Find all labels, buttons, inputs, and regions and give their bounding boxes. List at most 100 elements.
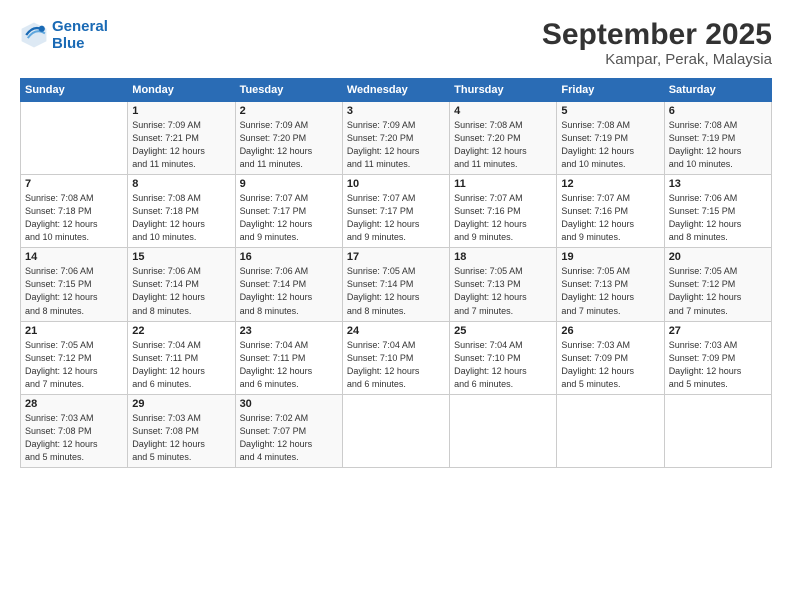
day-number: 16 — [240, 251, 338, 263]
weekday-header-sunday: Sunday — [21, 79, 128, 102]
day-detail: Sunrise: 7:09 AM Sunset: 7:20 PM Dayligh… — [240, 119, 338, 171]
week-row-1: 1 Sunrise: 7:09 AM Sunset: 7:21 PM Daylig… — [21, 102, 772, 175]
day-detail: Sunrise: 7:04 AM Sunset: 7:10 PM Dayligh… — [347, 339, 445, 391]
calendar-cell: 9 Sunrise: 7:07 AM Sunset: 7:17 PM Daylig… — [235, 175, 342, 248]
calendar-cell — [21, 102, 128, 175]
day-number: 5 — [561, 105, 659, 117]
day-number: 3 — [347, 105, 445, 117]
day-number: 7 — [25, 178, 123, 190]
calendar-cell: 18 Sunrise: 7:05 AM Sunset: 7:13 PM Dayli… — [450, 248, 557, 321]
calendar-cell: 15Sunrise: 7:06 AM Sunset: 7:14 PM Dayli… — [128, 248, 235, 321]
day-number: 17 — [347, 251, 445, 263]
day-detail: Sunrise: 7:05 AM Sunset: 7:14 PM Dayligh… — [347, 265, 445, 317]
calendar-cell — [450, 394, 557, 467]
week-row-3: 14 Sunrise: 7:06 AM Sunset: 7:15 PM Dayli… — [21, 248, 772, 321]
calendar-cell: 4 Sunrise: 7:08 AM Sunset: 7:20 PM Daylig… — [450, 102, 557, 175]
logo-text: General Blue — [52, 18, 108, 53]
day-detail: Sunrise: 7:05 AM Sunset: 7:13 PM Dayligh… — [561, 265, 659, 317]
day-number: 13 — [669, 178, 767, 190]
week-row-2: 7 Sunrise: 7:08 AM Sunset: 7:18 PM Daylig… — [21, 175, 772, 248]
day-detail: Sunrise: 7:04 AM Sunset: 7:10 PM Dayligh… — [454, 339, 552, 391]
logo-line2: Blue — [52, 35, 85, 52]
weekday-header-wednesday: Wednesday — [342, 79, 449, 102]
day-number: 21 — [25, 325, 123, 337]
day-detail: Sunrise: 7:07 AM Sunset: 7:16 PM Dayligh… — [561, 192, 659, 244]
calendar-cell: 12 Sunrise: 7:07 AM Sunset: 7:16 PM Dayli… — [557, 175, 664, 248]
day-number: 27 — [669, 325, 767, 337]
day-number: 30 — [240, 398, 338, 410]
calendar-cell: 25 Sunrise: 7:04 AM Sunset: 7:10 PM Dayli… — [450, 321, 557, 394]
week-row-5: 28 Sunrise: 7:03 AM Sunset: 7:08 PM Dayli… — [21, 394, 772, 467]
weekday-header-monday: Monday — [128, 79, 235, 102]
calendar-cell: 27 Sunrise: 7:03 AM Sunset: 7:09 PM Dayli… — [664, 321, 771, 394]
day-detail: Sunrise: 7:05 AM Sunset: 7:13 PM Dayligh… — [454, 265, 552, 317]
calendar-cell: 24 Sunrise: 7:04 AM Sunset: 7:10 PM Dayli… — [342, 321, 449, 394]
day-detail: Sunrise: 7:06 AM Sunset: 7:14 PM Dayligh… — [132, 265, 230, 317]
day-number: 19 — [561, 251, 659, 263]
day-number: 4 — [454, 105, 552, 117]
day-detail: Sunrise: 7:06 AM Sunset: 7:15 PM Dayligh… — [669, 192, 767, 244]
day-number: 1 — [132, 105, 230, 117]
day-number: 14 — [25, 251, 123, 263]
day-number: 12 — [561, 178, 659, 190]
day-detail: Sunrise: 7:08 AM Sunset: 7:20 PM Dayligh… — [454, 119, 552, 171]
day-number: 25 — [454, 325, 552, 337]
logo-line1: General — [52, 18, 108, 35]
day-detail: Sunrise: 7:08 AM Sunset: 7:18 PM Dayligh… — [25, 192, 123, 244]
day-detail: Sunrise: 7:07 AM Sunset: 7:16 PM Dayligh… — [454, 192, 552, 244]
calendar-table: SundayMondayTuesdayWednesdayThursdayFrid… — [20, 78, 772, 468]
calendar-cell — [557, 394, 664, 467]
calendar-cell: 22Sunrise: 7:04 AM Sunset: 7:11 PM Dayli… — [128, 321, 235, 394]
day-number: 9 — [240, 178, 338, 190]
logo-icon — [20, 21, 48, 49]
week-row-4: 21Sunrise: 7:05 AM Sunset: 7:12 PM Dayli… — [21, 321, 772, 394]
calendar-cell: 21Sunrise: 7:05 AM Sunset: 7:12 PM Dayli… — [21, 321, 128, 394]
day-detail: Sunrise: 7:04 AM Sunset: 7:11 PM Dayligh… — [240, 339, 338, 391]
calendar-cell: 11Sunrise: 7:07 AM Sunset: 7:16 PM Dayli… — [450, 175, 557, 248]
day-detail: Sunrise: 7:07 AM Sunset: 7:17 PM Dayligh… — [347, 192, 445, 244]
calendar-cell: 8Sunrise: 7:08 AM Sunset: 7:18 PM Daylig… — [128, 175, 235, 248]
calendar-cell: 14 Sunrise: 7:06 AM Sunset: 7:15 PM Dayli… — [21, 248, 128, 321]
day-number: 2 — [240, 105, 338, 117]
day-detail: Sunrise: 7:08 AM Sunset: 7:19 PM Dayligh… — [561, 119, 659, 171]
calendar-cell: 6 Sunrise: 7:08 AM Sunset: 7:19 PM Daylig… — [664, 102, 771, 175]
day-number: 10 — [347, 178, 445, 190]
subtitle: Kampar, Perak, Malaysia — [542, 51, 772, 68]
day-detail: Sunrise: 7:03 AM Sunset: 7:08 PM Dayligh… — [132, 412, 230, 464]
day-number: 18 — [454, 251, 552, 263]
page: General Blue September 2025 Kampar, Pera… — [0, 0, 792, 612]
day-number: 23 — [240, 325, 338, 337]
day-number: 6 — [669, 105, 767, 117]
calendar-cell: 7 Sunrise: 7:08 AM Sunset: 7:18 PM Daylig… — [21, 175, 128, 248]
logo: General Blue — [20, 18, 108, 53]
day-detail: Sunrise: 7:06 AM Sunset: 7:15 PM Dayligh… — [25, 265, 123, 317]
header: General Blue September 2025 Kampar, Pera… — [20, 18, 772, 68]
day-number: 8 — [132, 178, 230, 190]
calendar-cell: 17 Sunrise: 7:05 AM Sunset: 7:14 PM Dayli… — [342, 248, 449, 321]
day-detail: Sunrise: 7:03 AM Sunset: 7:09 PM Dayligh… — [669, 339, 767, 391]
weekday-header-thursday: Thursday — [450, 79, 557, 102]
weekday-header-row: SundayMondayTuesdayWednesdayThursdayFrid… — [21, 79, 772, 102]
calendar-cell: 19 Sunrise: 7:05 AM Sunset: 7:13 PM Dayli… — [557, 248, 664, 321]
weekday-header-friday: Friday — [557, 79, 664, 102]
day-detail: Sunrise: 7:07 AM Sunset: 7:17 PM Dayligh… — [240, 192, 338, 244]
day-detail: Sunrise: 7:03 AM Sunset: 7:08 PM Dayligh… — [25, 412, 123, 464]
calendar-cell: 2 Sunrise: 7:09 AM Sunset: 7:20 PM Daylig… — [235, 102, 342, 175]
day-detail: Sunrise: 7:03 AM Sunset: 7:09 PM Dayligh… — [561, 339, 659, 391]
day-number: 24 — [347, 325, 445, 337]
calendar-cell: 28 Sunrise: 7:03 AM Sunset: 7:08 PM Dayli… — [21, 394, 128, 467]
calendar-cell: 3Sunrise: 7:09 AM Sunset: 7:20 PM Daylig… — [342, 102, 449, 175]
day-detail: Sunrise: 7:02 AM Sunset: 7:07 PM Dayligh… — [240, 412, 338, 464]
title-block: September 2025 Kampar, Perak, Malaysia — [542, 18, 772, 68]
day-detail: Sunrise: 7:09 AM Sunset: 7:21 PM Dayligh… — [132, 119, 230, 171]
day-detail: Sunrise: 7:08 AM Sunset: 7:19 PM Dayligh… — [669, 119, 767, 171]
calendar-cell: 10 Sunrise: 7:07 AM Sunset: 7:17 PM Dayli… — [342, 175, 449, 248]
calendar-cell: 23 Sunrise: 7:04 AM Sunset: 7:11 PM Dayli… — [235, 321, 342, 394]
day-number: 28 — [25, 398, 123, 410]
calendar-cell: 29 Sunrise: 7:03 AM Sunset: 7:08 PM Dayli… — [128, 394, 235, 467]
calendar-cell: 26Sunrise: 7:03 AM Sunset: 7:09 PM Dayli… — [557, 321, 664, 394]
day-number: 29 — [132, 398, 230, 410]
calendar-cell: 5 Sunrise: 7:08 AM Sunset: 7:19 PM Daylig… — [557, 102, 664, 175]
calendar-cell — [342, 394, 449, 467]
calendar-cell: 13 Sunrise: 7:06 AM Sunset: 7:15 PM Dayli… — [664, 175, 771, 248]
